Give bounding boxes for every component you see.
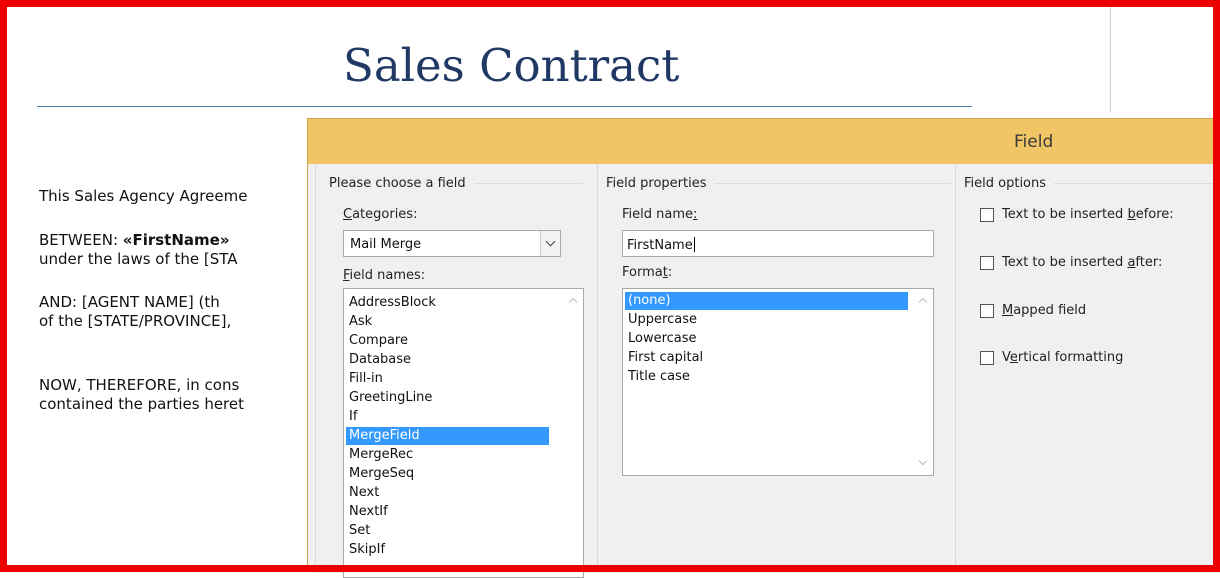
between-prefix: BETWEEN:	[39, 231, 123, 249]
text-before-label: Text to be inserted before:	[1002, 207, 1174, 222]
vertical-formatting-label: Vertical formatting	[1002, 350, 1124, 365]
list-item[interactable]: Ask	[346, 313, 549, 331]
list-item[interactable]: MergeSeq	[346, 465, 549, 483]
text-before-checkbox[interactable]	[980, 208, 994, 222]
merge-field-firstname[interactable]: «FirstName»	[123, 231, 230, 249]
list-item[interactable]: Database	[346, 351, 549, 369]
doc-text-line: NOW, THEREFORE, in cons	[39, 376, 240, 394]
list-item[interactable]: Fill-in	[346, 370, 549, 388]
list-item[interactable]: Compare	[346, 332, 549, 350]
list-item[interactable]: SkipIf	[346, 541, 549, 559]
text-after-checkbox[interactable]	[980, 256, 994, 270]
list-item[interactable]: Set	[346, 522, 549, 540]
list-item[interactable]: Uppercase	[625, 311, 908, 329]
field-names-label: Field names:	[343, 268, 426, 283]
list-item[interactable]: (none)	[625, 292, 908, 310]
field-name-value: FirstName	[627, 238, 693, 253]
list-item[interactable]: MergeField	[346, 427, 549, 445]
field-properties-group-label: Field properties	[606, 176, 715, 191]
dialog-body: Please choose a field Categories: Mail M…	[315, 164, 1220, 578]
format-scrollbar[interactable]	[915, 290, 932, 474]
list-item[interactable]: First capital	[625, 349, 908, 367]
categories-label: Categories:	[343, 207, 418, 222]
list-item[interactable]: Lowercase	[625, 330, 908, 348]
field-options-group-label: Field options	[964, 176, 1055, 191]
chevron-down-icon[interactable]	[540, 231, 560, 256]
scroll-up-icon[interactable]	[915, 290, 932, 310]
format-list[interactable]: (none) Uppercase Lowercase First capital Tit…	[622, 288, 934, 476]
mapped-field-label: Mapped field	[1002, 303, 1087, 318]
mapped-field-checkbox[interactable]	[980, 304, 994, 318]
column-divider	[955, 164, 956, 573]
doc-text-line: under the laws of the [STA	[39, 250, 238, 268]
list-item[interactable]: MergeRec	[346, 446, 549, 464]
dialog-title: Field	[1014, 132, 1054, 152]
list-item[interactable]: GreetingLine	[346, 389, 549, 407]
vertical-formatting-checkbox[interactable]	[980, 351, 994, 365]
field-names-scrollbar[interactable]	[565, 290, 582, 576]
field-dialog: Field Please choose a field Categories: …	[307, 118, 1220, 578]
dialog-titlebar[interactable]: Field	[308, 119, 1220, 164]
doc-text-line: This Sales Agency Agreeme	[39, 187, 248, 205]
list-item[interactable]: AddressBlock	[346, 294, 549, 312]
page-edge-divider	[1110, 7, 1111, 112]
categories-value: Mail Merge	[350, 237, 422, 252]
categories-dropdown[interactable]: Mail Merge	[343, 230, 561, 257]
doc-text-line: AND: [AGENT NAME] (th	[39, 293, 220, 311]
format-label: Format:	[622, 265, 673, 280]
scroll-down-icon[interactable]	[915, 454, 932, 474]
document-title: Sales Contract	[343, 39, 680, 92]
choose-field-group-label: Please choose a field	[329, 176, 474, 191]
text-caret	[693, 237, 695, 252]
doc-text-line-between: BETWEEN: «FirstName»	[39, 231, 230, 249]
list-item[interactable]: Title case	[625, 368, 908, 386]
list-item[interactable]: NextIf	[346, 503, 549, 521]
doc-text-line: contained the parties heret	[39, 395, 245, 413]
doc-text-line: of the [STATE/PROVINCE],	[39, 312, 232, 330]
field-name-label: Field name:	[622, 207, 698, 222]
list-item[interactable]: Next	[346, 484, 549, 502]
title-underline	[37, 106, 972, 107]
column-divider	[597, 164, 598, 573]
field-name-input[interactable]: FirstName	[622, 230, 934, 257]
list-item[interactable]: If	[346, 408, 549, 426]
text-after-label: Text to be inserted after:	[1002, 255, 1163, 270]
scroll-up-icon[interactable]	[565, 290, 582, 310]
field-names-list[interactable]: AddressBlock Ask Compare Database Fill-in Gre…	[343, 288, 584, 578]
